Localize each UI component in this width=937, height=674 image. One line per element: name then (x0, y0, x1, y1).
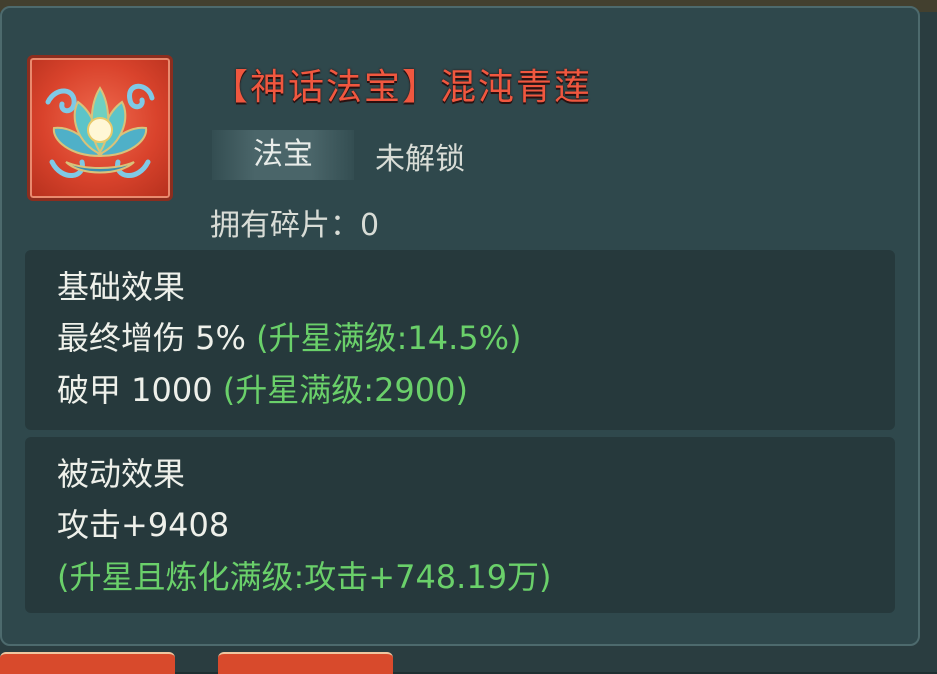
bottom-button-left[interactable] (0, 652, 175, 674)
item-type-tag: 法宝 (212, 130, 354, 180)
lotus-icon (27, 55, 173, 201)
shard-count: 拥有碎片：0 (210, 200, 379, 244)
effect-row: 最终增伤 5% (升星满级:14.5%) (57, 312, 895, 364)
passive-effect-max-value: (升星且炼化满级:攻击+748.19万) (57, 558, 552, 596)
basic-effects-heading: 基础效果 (57, 268, 186, 306)
passive-effect-value: 攻击+9408 (57, 506, 230, 544)
item-title: 【神话法宝】混沌青莲 (212, 67, 593, 108)
bottom-button-right[interactable] (218, 652, 393, 674)
effect-name: 最终增伤 5% (57, 319, 246, 357)
shard-count-label: 拥有碎片： (210, 208, 360, 243)
effect-max-value: (升星满级:2900) (222, 371, 468, 409)
effect-name: 破甲 1000 (57, 371, 213, 409)
passive-effects-heading: 被动效果 (57, 455, 186, 493)
unlock-status: 未解锁 (375, 142, 465, 177)
passive-effects-section: 被动效果 攻击+9408 (升星且炼化满级:攻击+748.19万) (25, 437, 895, 613)
lotus-icon-graphic (45, 83, 155, 178)
shard-count-value: 0 (360, 208, 380, 243)
effect-row: 破甲 1000 (升星满级:2900) (57, 364, 895, 416)
basic-effects-section: 基础效果 最终增伤 5% (升星满级:14.5%) 破甲 1000 (升星满级:… (25, 250, 895, 430)
effect-max-value: (升星满级:14.5%) (256, 319, 522, 357)
